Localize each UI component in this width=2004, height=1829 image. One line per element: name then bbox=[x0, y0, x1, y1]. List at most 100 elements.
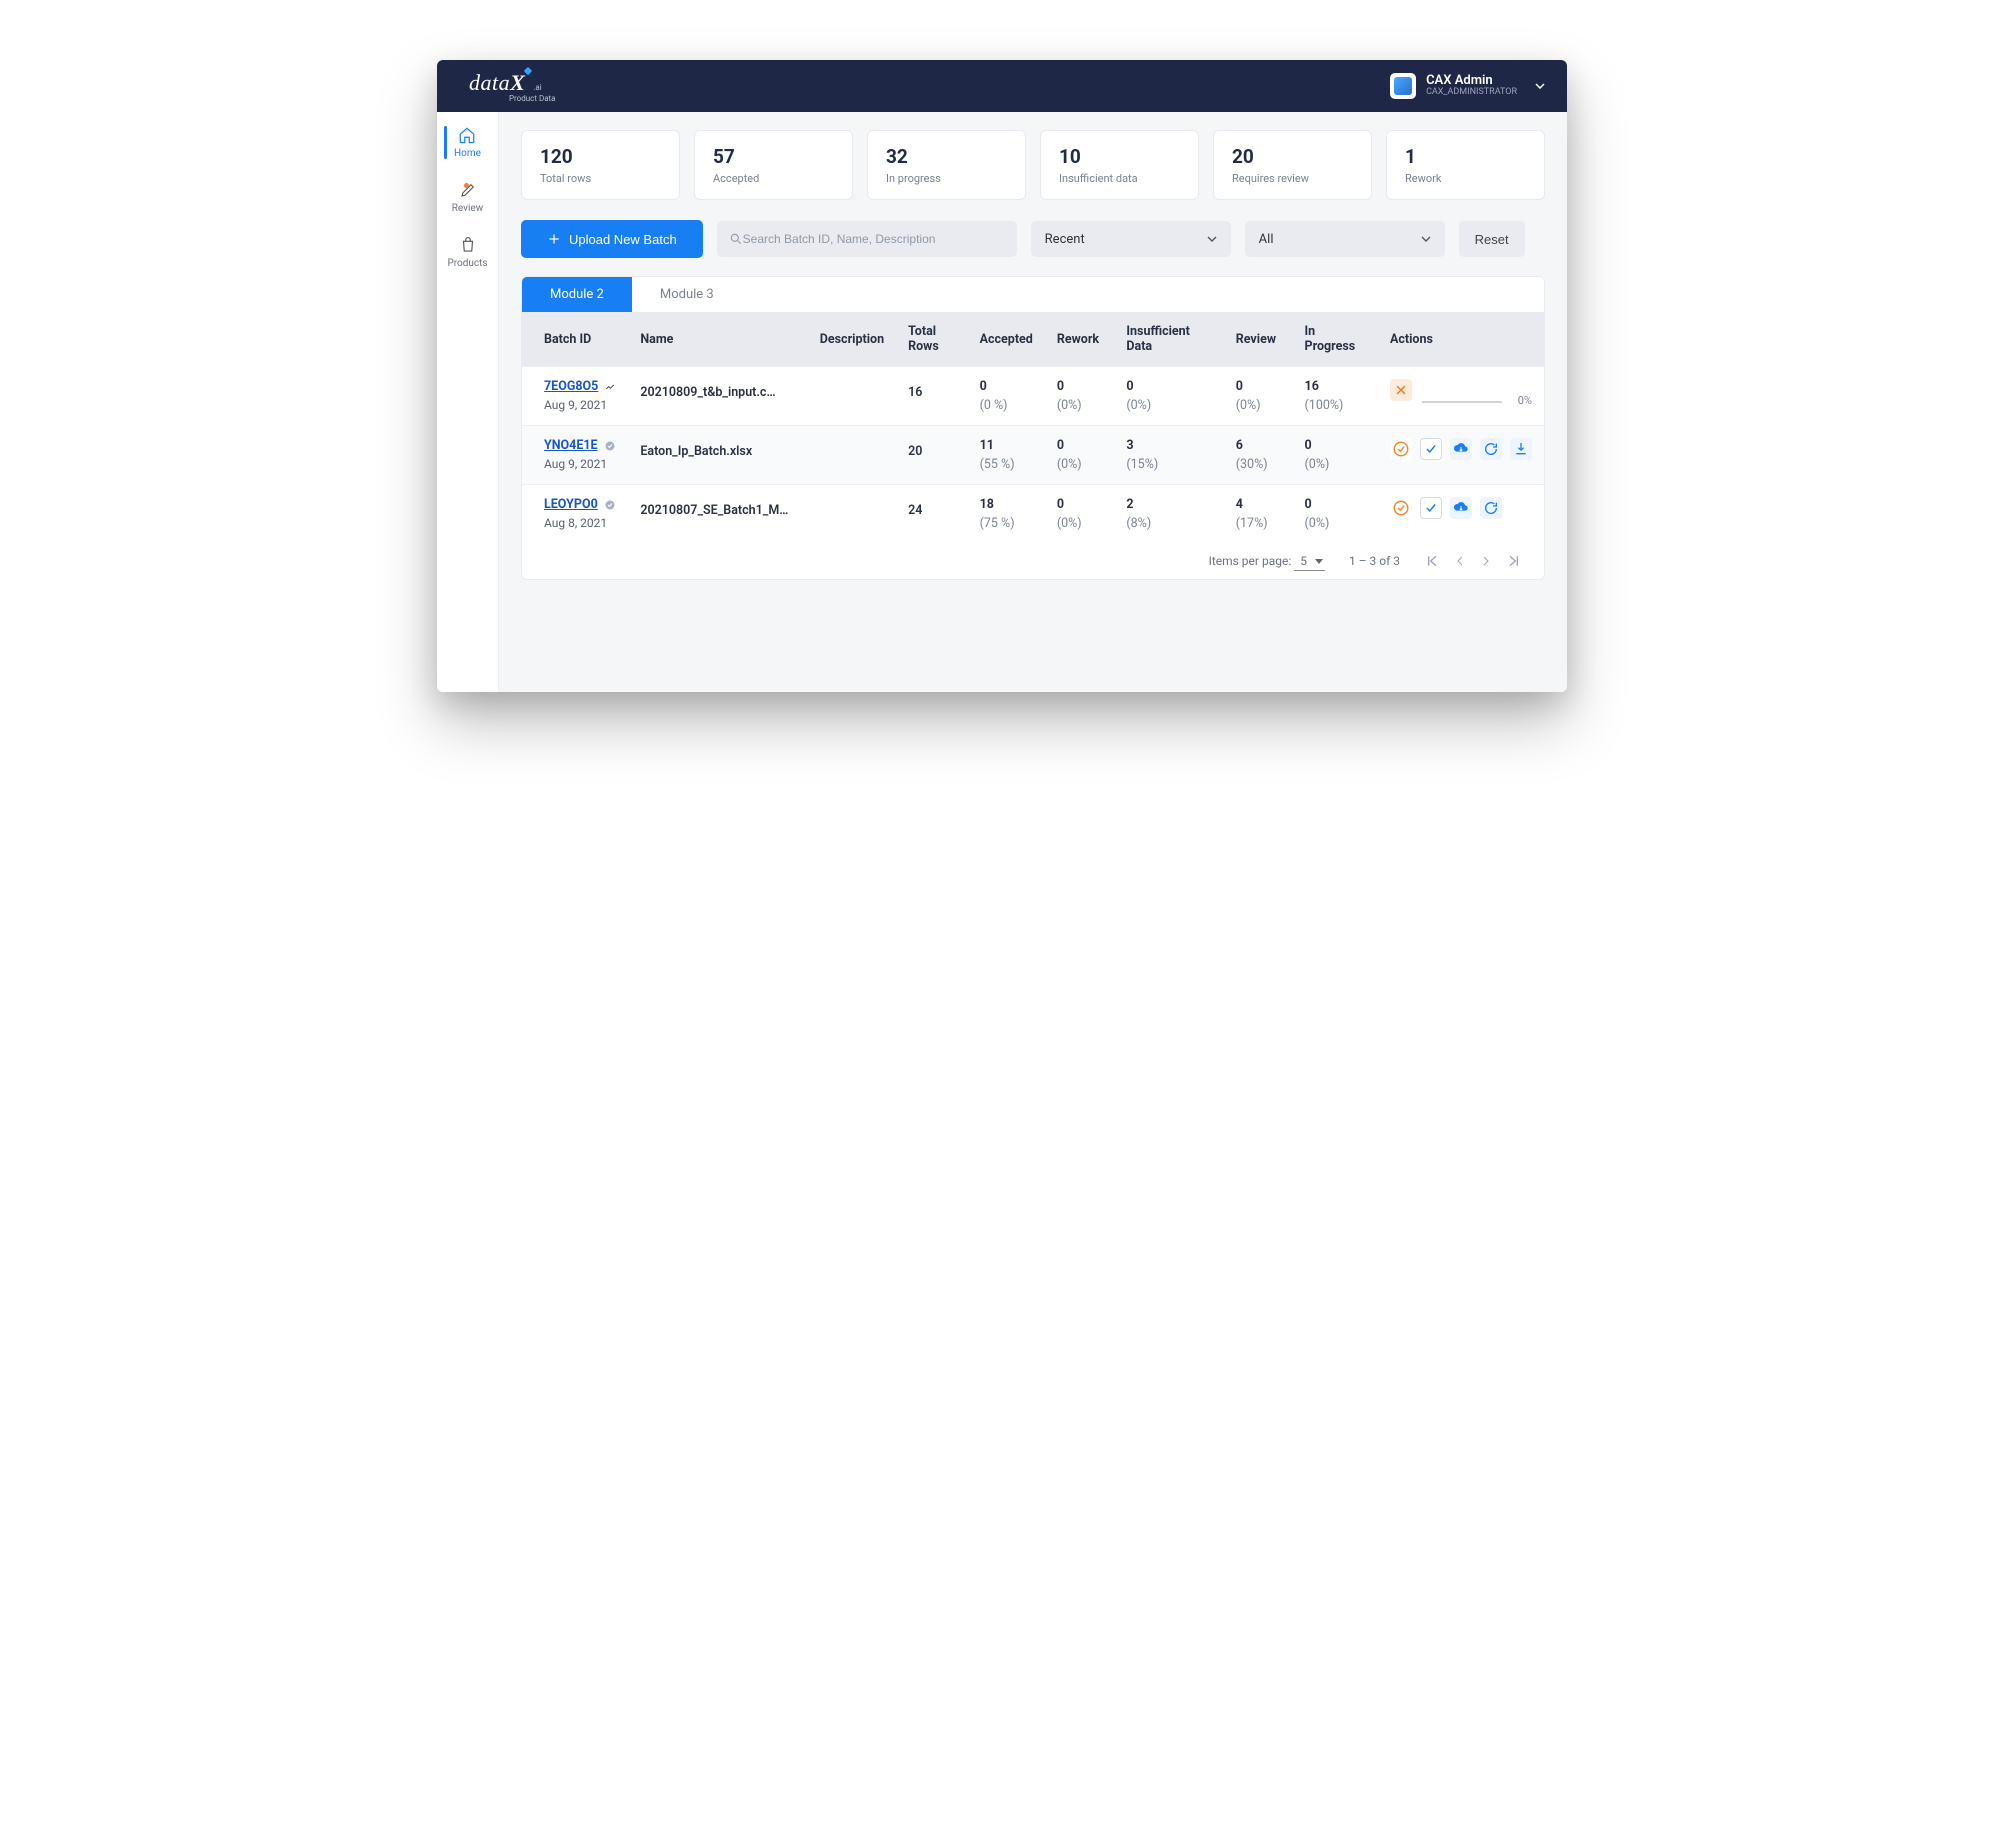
tab-module-2[interactable]: Module 2 bbox=[522, 277, 632, 312]
pagination-range: 1 – 3 of 3 bbox=[1349, 554, 1400, 568]
reset-button[interactable]: Reset bbox=[1459, 221, 1525, 257]
cell-insufficient: 0 bbox=[1126, 379, 1133, 394]
edit-icon bbox=[459, 181, 477, 199]
stat-value: 1 bbox=[1405, 145, 1526, 168]
cell-review: 6 bbox=[1236, 438, 1243, 453]
cell-review-pct: (30%) bbox=[1236, 457, 1281, 472]
download-action-button[interactable] bbox=[1510, 438, 1532, 460]
sidebar-item-label: Products bbox=[447, 258, 487, 269]
sidebar: Home Review Products bbox=[437, 112, 499, 692]
stat-label: In progress bbox=[886, 172, 1007, 185]
stat-value: 10 bbox=[1059, 145, 1180, 168]
table-row: 7EOG8O5 Aug 9, 2021 20210809_t&b_input.c… bbox=[522, 367, 1544, 426]
cell-inprogress-pct: (100%) bbox=[1305, 398, 1366, 413]
refresh-action-button[interactable] bbox=[1480, 497, 1502, 519]
plus-icon bbox=[547, 232, 561, 246]
batch-description bbox=[808, 485, 896, 544]
sidebar-item-label: Home bbox=[454, 148, 481, 159]
batch-id-text: YNO4E1E bbox=[544, 438, 598, 453]
last-page-button[interactable] bbox=[1506, 553, 1522, 569]
stat-total-rows: 120 Total rows bbox=[521, 130, 680, 200]
chevron-down-icon bbox=[1421, 236, 1431, 242]
next-page-button[interactable] bbox=[1480, 553, 1492, 569]
cell-accepted: 0 bbox=[980, 379, 987, 394]
main-content: 120 Total rows 57 Accepted 32 In progres… bbox=[499, 112, 1567, 692]
sidebar-item-home[interactable]: Home bbox=[454, 126, 481, 159]
stat-rework: 1 Rework bbox=[1386, 130, 1545, 200]
filter-select-value: All bbox=[1259, 232, 1274, 247]
cell-review-pct: (0%) bbox=[1236, 398, 1281, 413]
stat-label: Accepted bbox=[713, 172, 834, 185]
cloud-download-button[interactable] bbox=[1450, 438, 1472, 460]
search-input[interactable] bbox=[743, 232, 1005, 246]
cell-inprogress-pct: (0%) bbox=[1305, 457, 1366, 472]
chevron-down-icon bbox=[1207, 236, 1217, 242]
sort-select-value: Recent bbox=[1045, 232, 1085, 247]
batch-description bbox=[808, 426, 896, 485]
cell-inprogress: 0 bbox=[1305, 438, 1312, 453]
first-page-button[interactable] bbox=[1424, 553, 1440, 569]
cell-inprogress: 0 bbox=[1305, 497, 1312, 512]
stat-label: Requires review bbox=[1232, 172, 1353, 185]
batch-id-link[interactable]: LEOYPO0 bbox=[544, 497, 616, 512]
cell-review-pct: (17%) bbox=[1236, 516, 1281, 531]
upload-new-batch-button[interactable]: Upload New Batch bbox=[521, 220, 703, 258]
chevron-down-icon bbox=[1535, 83, 1545, 89]
batch-name: 20210807_SE_Batch1_M… bbox=[628, 485, 807, 544]
batches-table: Batch ID Name Description Total Rows Acc… bbox=[522, 312, 1544, 543]
user-role: CAX_ADMINISTRATOR bbox=[1426, 88, 1517, 98]
cell-total: 24 bbox=[896, 485, 968, 544]
col-in-progress: In Progress bbox=[1293, 312, 1378, 367]
sort-select[interactable]: Recent bbox=[1031, 221, 1231, 257]
cell-review: 4 bbox=[1236, 497, 1243, 512]
trending-icon bbox=[604, 382, 616, 392]
stat-value: 20 bbox=[1232, 145, 1353, 168]
stat-requires-review: 20 Requires review bbox=[1213, 130, 1372, 200]
cell-inprogress-pct: (0%) bbox=[1305, 516, 1366, 531]
batch-description bbox=[808, 367, 896, 426]
stat-label: Insufficient data bbox=[1059, 172, 1180, 185]
cell-total: 20 bbox=[896, 426, 968, 485]
approve-action-button[interactable] bbox=[1390, 497, 1412, 519]
brand-logo: dataX .ai Product Data bbox=[469, 70, 556, 103]
check-action-button[interactable] bbox=[1420, 497, 1442, 519]
batch-id-text: LEOYPO0 bbox=[544, 497, 598, 512]
avatar bbox=[1390, 73, 1416, 99]
batch-name: 20210809_t&b_input.c… bbox=[628, 367, 807, 426]
cell-accepted-pct: (75 %) bbox=[980, 516, 1033, 531]
cell-accepted: 18 bbox=[980, 497, 994, 512]
cell-accepted-pct: (0 %) bbox=[980, 398, 1033, 413]
search-input-wrapper[interactable] bbox=[717, 221, 1017, 257]
check-action-button[interactable] bbox=[1420, 438, 1442, 460]
cell-accepted: 11 bbox=[980, 438, 994, 453]
cell-rework-pct: (0%) bbox=[1057, 516, 1103, 531]
batch-date: Aug 9, 2021 bbox=[544, 457, 616, 471]
batch-id-link[interactable]: 7EOG8O5 bbox=[544, 379, 616, 394]
col-name: Name bbox=[628, 312, 807, 367]
batch-date: Aug 8, 2021 bbox=[544, 516, 616, 530]
stat-value: 57 bbox=[713, 145, 834, 168]
progress-pct: 0% bbox=[1518, 394, 1532, 407]
col-actions: Actions bbox=[1378, 312, 1544, 367]
stat-in-progress: 32 In progress bbox=[867, 130, 1026, 200]
stat-accepted: 57 Accepted bbox=[694, 130, 853, 200]
page-size-select[interactable]: 5 bbox=[1294, 552, 1325, 571]
cloud-download-button[interactable] bbox=[1450, 497, 1472, 519]
cell-rework: 0 bbox=[1057, 379, 1064, 394]
sidebar-item-products[interactable]: Products bbox=[447, 236, 487, 269]
cell-rework: 0 bbox=[1057, 438, 1064, 453]
sidebar-item-review[interactable]: Review bbox=[452, 181, 484, 214]
prev-page-button[interactable] bbox=[1454, 553, 1466, 569]
refresh-action-button[interactable] bbox=[1480, 438, 1502, 460]
batch-id-link[interactable]: YNO4E1E bbox=[544, 438, 616, 453]
cancel-batch-button[interactable] bbox=[1390, 379, 1412, 401]
col-insufficient-data: Insufficient Data bbox=[1114, 312, 1223, 367]
cell-total: 16 bbox=[896, 367, 968, 426]
tab-module-3[interactable]: Module 3 bbox=[632, 277, 742, 312]
stat-value: 120 bbox=[540, 145, 661, 168]
user-menu[interactable]: CAX Admin CAX_ADMINISTRATOR bbox=[1390, 73, 1545, 99]
approve-action-button[interactable] bbox=[1390, 438, 1412, 460]
cell-rework: 0 bbox=[1057, 497, 1064, 512]
cell-insufficient: 2 bbox=[1126, 497, 1133, 512]
filter-select[interactable]: All bbox=[1245, 221, 1445, 257]
